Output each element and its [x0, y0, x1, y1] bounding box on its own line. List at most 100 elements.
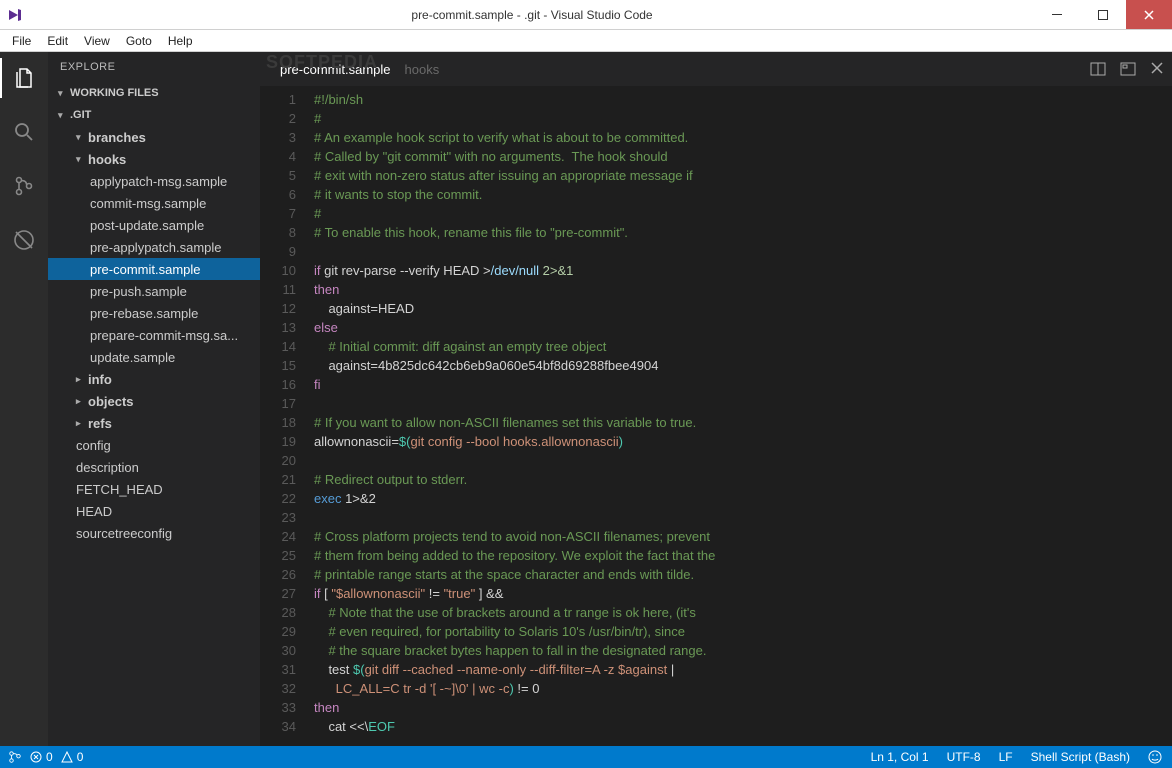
code-line[interactable]: # even required, for portability to Sola… [314, 622, 1172, 641]
tree-item[interactable]: commit-msg.sample [48, 192, 260, 214]
tree-item[interactable]: update.sample [48, 346, 260, 368]
code-line[interactable]: # Cross platform projects tend to avoid … [314, 527, 1172, 546]
tree-item[interactable]: ▸info [48, 368, 260, 390]
code-line[interactable]: # the square bracket bytes happen to fal… [314, 641, 1172, 660]
sidebar: EXPLORE ▾WORKING FILES ▾.GIT ▾branches▾h… [48, 52, 260, 746]
menu-goto[interactable]: Goto [118, 32, 160, 50]
git-icon[interactable] [0, 166, 48, 206]
menu-file[interactable]: File [4, 32, 39, 50]
tree-item[interactable]: ▸refs [48, 412, 260, 434]
code-line[interactable]: exec 1>&2 [314, 489, 1172, 508]
tree-item-label: post-update.sample [90, 218, 204, 233]
code-line[interactable]: # Initial commit: diff against an empty … [314, 337, 1172, 356]
close-button[interactable] [1126, 0, 1172, 29]
code-line[interactable]: # Called by "git commit" with no argumen… [314, 147, 1172, 166]
chevron-icon: ▸ [76, 396, 86, 407]
code-line[interactable]: # Note that the use of brackets around a… [314, 603, 1172, 622]
code-line[interactable]: cat <<\EOF [314, 717, 1172, 736]
tree-item-label: info [88, 372, 112, 387]
eol[interactable]: LF [999, 750, 1013, 764]
main-area: EXPLORE ▾WORKING FILES ▾.GIT ▾branches▾h… [0, 52, 1172, 746]
code-line[interactable]: else [314, 318, 1172, 337]
tree-item[interactable]: HEAD [48, 500, 260, 522]
menu-help[interactable]: Help [160, 32, 201, 50]
warnings-indicator[interactable]: 0 [61, 750, 84, 764]
code-line[interactable] [314, 242, 1172, 261]
tree-item[interactable]: config [48, 434, 260, 456]
working-files-section[interactable]: ▾WORKING FILES [48, 82, 260, 104]
code-line[interactable]: # An example hook script to verify what … [314, 128, 1172, 147]
code-line[interactable]: # exit with non-zero status after issuin… [314, 166, 1172, 185]
feedback-icon[interactable] [1148, 750, 1162, 764]
code-line[interactable]: if git rev-parse --verify HEAD >/dev/nul… [314, 261, 1172, 280]
tree-item-label: description [76, 460, 139, 475]
tree-item-label: HEAD [76, 504, 112, 519]
tree-item[interactable]: pre-rebase.sample [48, 302, 260, 324]
root-folder[interactable]: ▾.GIT [48, 104, 260, 126]
tree-item-label: objects [88, 394, 134, 409]
chevron-icon: ▸ [76, 418, 86, 429]
code-line[interactable]: then [314, 698, 1172, 717]
code-line[interactable]: # If you want to allow non-ASCII filenam… [314, 413, 1172, 432]
errors-indicator[interactable]: 0 [30, 750, 53, 764]
language-mode[interactable]: Shell Script (Bash) [1031, 750, 1130, 764]
code-line[interactable]: allownonascii=$(git config --bool hooks.… [314, 432, 1172, 451]
code-area[interactable]: 1234567891011121314151617181920212223242… [260, 86, 1172, 746]
code-line[interactable]: test $(git diff --cached --name-only --d… [314, 660, 1172, 679]
code-line[interactable]: # To enable this hook, rename this file … [314, 223, 1172, 242]
chevron-icon: ▾ [76, 154, 86, 165]
tree-item[interactable]: description [48, 456, 260, 478]
code-line[interactable] [314, 508, 1172, 527]
code-line[interactable]: against=4b825dc642cb6eb9a060e54bf8d69288… [314, 356, 1172, 375]
tree-item[interactable]: applypatch-msg.sample [48, 170, 260, 192]
cursor-position[interactable]: Ln 1, Col 1 [871, 750, 929, 764]
sidebar-title: EXPLORE [48, 52, 260, 82]
tree-item-label: hooks [88, 152, 126, 167]
tree-item[interactable]: pre-push.sample [48, 280, 260, 302]
tree-item[interactable]: prepare-commit-msg.sa... [48, 324, 260, 346]
explorer-icon[interactable] [0, 58, 48, 98]
code-line[interactable]: # it wants to stop the commit. [314, 185, 1172, 204]
encoding[interactable]: UTF-8 [947, 750, 981, 764]
close-editor-icon[interactable] [1150, 61, 1164, 77]
tree-item[interactable]: sourcetreeconfig [48, 522, 260, 544]
git-branch-indicator[interactable] [8, 750, 22, 764]
maximize-button[interactable] [1080, 0, 1126, 29]
tree-item[interactable]: post-update.sample [48, 214, 260, 236]
code-line[interactable]: # [314, 204, 1172, 223]
menu-view[interactable]: View [76, 32, 118, 50]
code-line[interactable]: # printable range starts at the space ch… [314, 565, 1172, 584]
code-line[interactable]: against=HEAD [314, 299, 1172, 318]
tree-item[interactable]: ▾hooks [48, 148, 260, 170]
code-line[interactable]: #!/bin/sh [314, 90, 1172, 109]
code-line[interactable]: # them from being added to the repositor… [314, 546, 1172, 565]
tree-item-label: pre-rebase.sample [90, 306, 198, 321]
more-actions-icon[interactable] [1120, 61, 1136, 77]
split-editor-icon[interactable] [1090, 61, 1106, 77]
search-icon[interactable] [0, 112, 48, 152]
code-line[interactable]: if [ "$allownonascii" != "true" ] && [314, 584, 1172, 603]
code-line[interactable] [314, 394, 1172, 413]
tree-item[interactable]: pre-applypatch.sample [48, 236, 260, 258]
minimize-button[interactable] [1034, 0, 1080, 29]
warning-count: 0 [77, 750, 84, 764]
code-line[interactable]: fi [314, 375, 1172, 394]
code-line[interactable]: # [314, 109, 1172, 128]
tree-item-label: branches [88, 130, 146, 145]
tree-item-label: pre-applypatch.sample [90, 240, 222, 255]
watermark: SOFTPEDIA [266, 52, 378, 73]
code-content[interactable]: #!/bin/sh## An example hook script to ve… [306, 86, 1172, 746]
code-line[interactable] [314, 451, 1172, 470]
debug-icon[interactable] [0, 220, 48, 260]
code-line[interactable]: LC_ALL=C tr -d '[ -~]\0' | wc -c) != 0 [314, 679, 1172, 698]
menu-edit[interactable]: Edit [39, 32, 76, 50]
tree-item[interactable]: ▸objects [48, 390, 260, 412]
tree-item-label: pre-push.sample [90, 284, 187, 299]
tree-item[interactable]: pre-commit.sample [48, 258, 260, 280]
tree-item[interactable]: FETCH_HEAD [48, 478, 260, 500]
line-gutter: 1234567891011121314151617181920212223242… [260, 86, 306, 746]
code-line[interactable]: then [314, 280, 1172, 299]
tree-item[interactable]: ▾branches [48, 126, 260, 148]
tree-item-label: update.sample [90, 350, 175, 365]
code-line[interactable]: # Redirect output to stderr. [314, 470, 1172, 489]
